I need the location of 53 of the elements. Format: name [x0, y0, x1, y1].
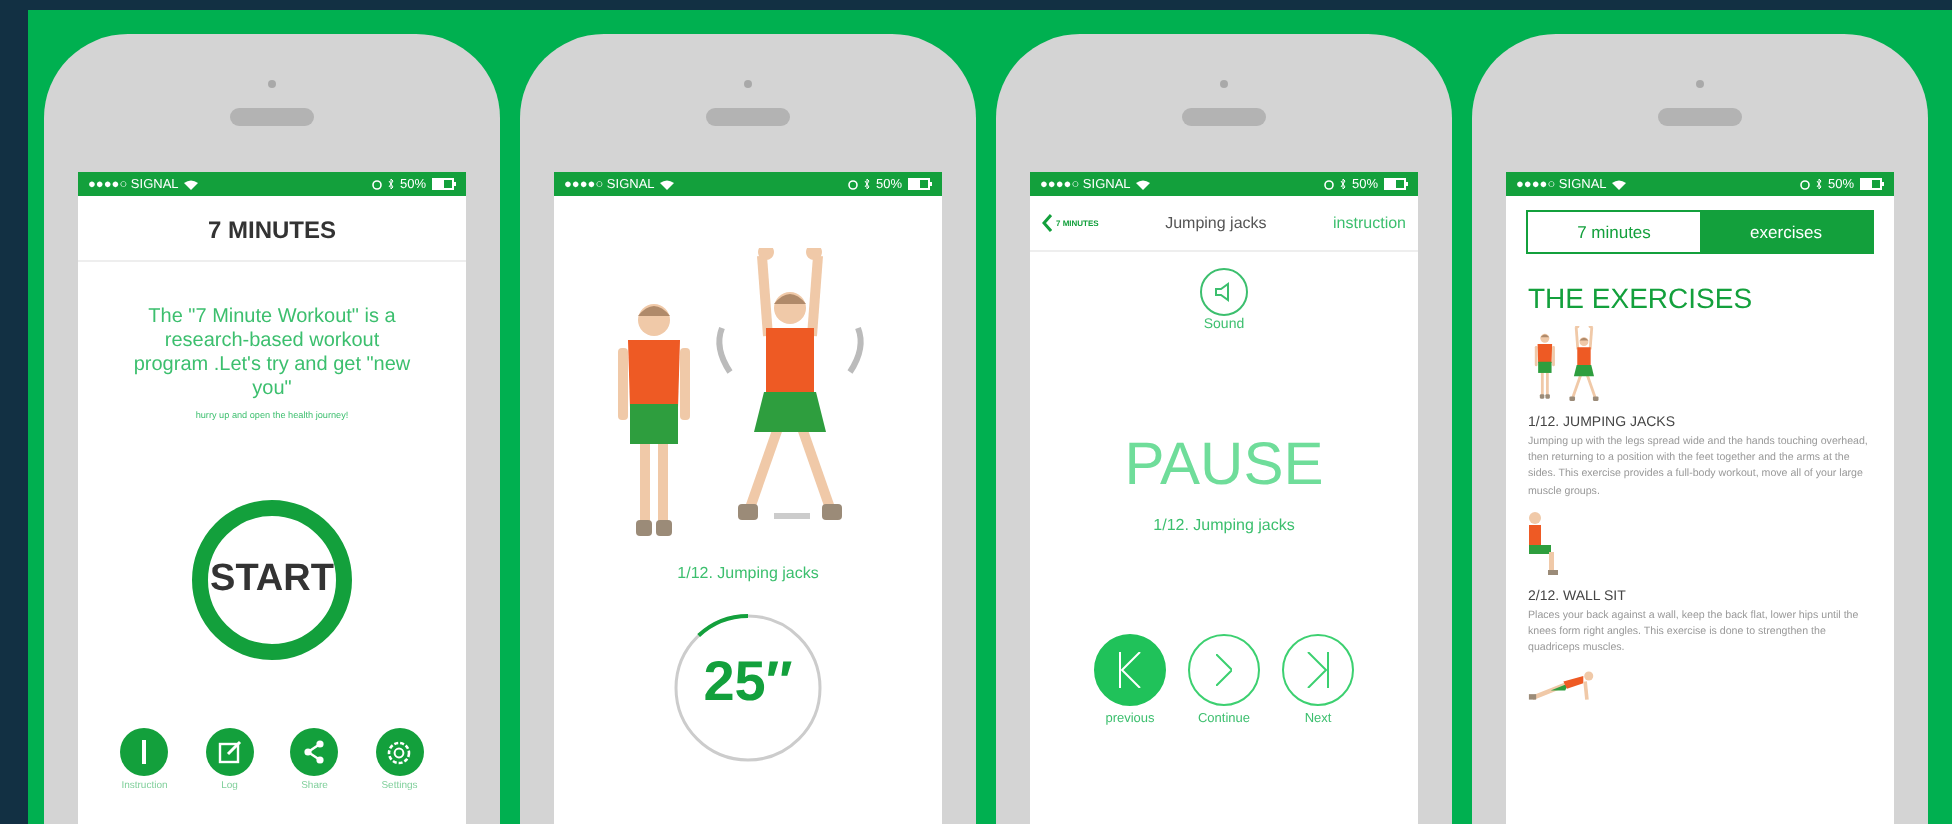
- exercise-name: 1/12. Jumping jacks: [1151, 516, 1297, 534]
- battery-icon: [432, 178, 456, 190]
- next-button[interactable]: [1282, 634, 1354, 706]
- previous-button[interactable]: [1094, 634, 1166, 706]
- timer-text: 25″: [701, 650, 795, 714]
- camera-dot: [268, 80, 276, 88]
- bluetooth-icon: [863, 178, 870, 190]
- exercise-name: 1/12. Jumping jacks: [675, 564, 821, 582]
- alarm-icon: [1799, 179, 1810, 189]
- sound-button[interactable]: [1200, 268, 1248, 316]
- speaker-slot: [1182, 108, 1266, 126]
- skip-forward-icon: [1306, 652, 1330, 688]
- alarm-icon: [847, 179, 858, 189]
- settings-icon: [386, 739, 413, 765]
- chevron-left-icon: [1042, 214, 1052, 232]
- screen-title: Jumping jacks: [1163, 214, 1269, 232]
- speaker-icon: [1214, 282, 1234, 302]
- alarm-icon: [1323, 179, 1334, 189]
- edit-icon: [217, 740, 242, 764]
- settings-button[interactable]: [375, 728, 424, 776]
- battery-icon: [1860, 178, 1884, 190]
- wifi-icon: [1136, 179, 1151, 189]
- wifi-icon: [184, 179, 199, 189]
- bluetooth-icon: [1339, 178, 1346, 190]
- instruction-link[interactable]: instruction: [1333, 214, 1406, 232]
- share-button[interactable]: [290, 728, 339, 776]
- push-up-drawing: [1528, 668, 1596, 705]
- tab[interactable]: exercises: [1700, 212, 1872, 252]
- screen-title: 7 MINUTES: [78, 196, 466, 262]
- battery-icon: [908, 178, 932, 190]
- info-button[interactable]: [120, 728, 169, 776]
- share-icon: [302, 740, 327, 764]
- alarm-icon: [371, 179, 382, 189]
- speaker-slot: [1658, 108, 1742, 126]
- speaker-slot: [230, 108, 314, 126]
- pause-text: PAUSE: [1122, 432, 1326, 500]
- camera-dot: [1696, 80, 1704, 88]
- speaker-slot: [706, 108, 790, 126]
- chevron-right-icon: [1216, 654, 1232, 686]
- wifi-icon: [1612, 179, 1627, 189]
- camera-dot: [744, 80, 752, 88]
- camera-dot: [1220, 80, 1228, 88]
- continue-button[interactable]: [1188, 634, 1260, 706]
- section-heading: THE EXERCISES: [1528, 282, 1755, 314]
- wall-sit-drawing: [1528, 511, 1560, 576]
- log-button[interactable]: [205, 728, 254, 776]
- wifi-icon: [660, 179, 675, 189]
- intro-text: The "7 Minute Workout" is a research-based workout program .Let's try and get "new you": [131, 306, 413, 402]
- skip-back-icon: [1118, 652, 1142, 688]
- start-button[interactable]: START: [192, 500, 352, 660]
- bluetooth-icon: [387, 178, 394, 190]
- bluetooth-icon: [1815, 178, 1822, 190]
- battery-icon: [1384, 178, 1408, 190]
